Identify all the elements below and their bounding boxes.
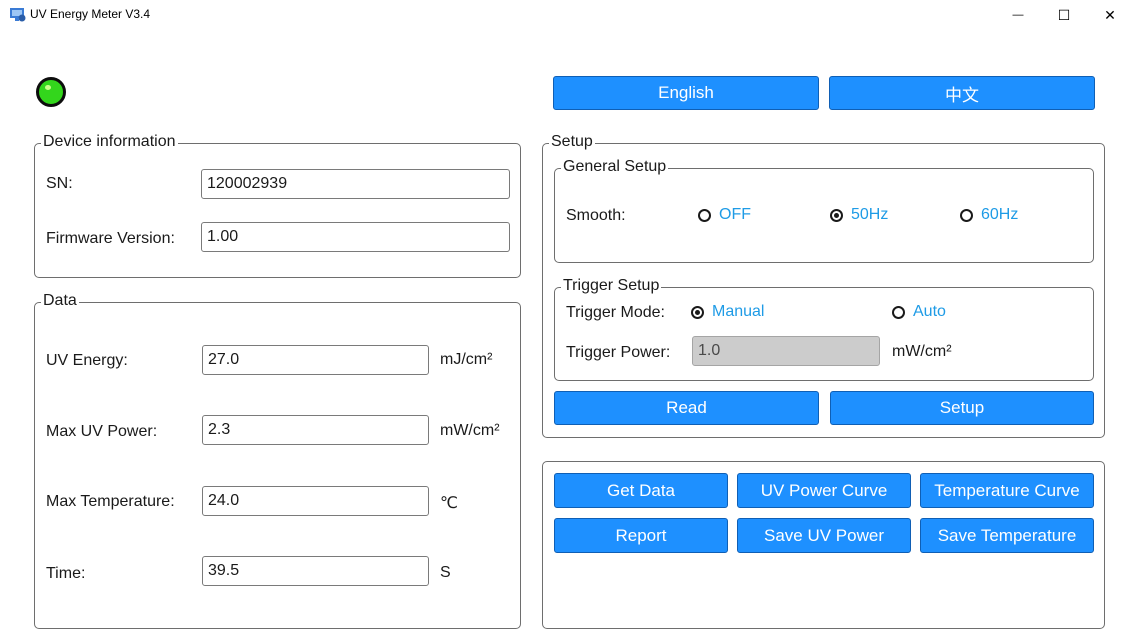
time-label: Time:: [46, 565, 86, 582]
max-uv-power-field[interactable]: 2.3: [202, 415, 429, 445]
window-title: UV Energy Meter V3.4: [30, 7, 151, 21]
setup-title: Setup: [549, 133, 595, 151]
smooth-60hz-radio[interactable]: 60Hz: [960, 206, 1018, 224]
max-temperature-unit: ℃: [440, 495, 458, 512]
uv-energy-unit: mJ/cm²: [440, 351, 493, 368]
radio-checked-icon: [691, 305, 704, 319]
uv-energy-label: UV Energy:: [46, 352, 128, 369]
device-information-title: Device information: [41, 133, 178, 151]
general-setup-title: General Setup: [561, 158, 669, 176]
close-button[interactable]: ✕: [1087, 0, 1131, 30]
smooth-60hz-label: 60Hz: [981, 206, 1019, 223]
save-uv-power-button[interactable]: Save UV Power: [737, 518, 911, 553]
setup-button[interactable]: Setup: [830, 391, 1094, 425]
maximize-icon: ☐: [1057, 6, 1071, 23]
report-button[interactable]: Report: [554, 518, 728, 553]
sn-label: SN:: [46, 175, 73, 192]
smooth-50hz-label: 50Hz: [851, 206, 889, 223]
setup-group: Setup General Setup Smooth: OFF 50Hz 60H…: [542, 133, 1105, 438]
title-bar: UV Energy Meter V3.4 — ☐ ✕: [0, 0, 1131, 30]
trigger-power-field: 1.0: [692, 336, 880, 366]
time-field[interactable]: 39.5: [202, 556, 429, 586]
save-temperature-button[interactable]: Save Temperature: [920, 518, 1094, 553]
app-icon: [10, 8, 26, 22]
max-uv-power-label: Max UV Power:: [46, 423, 158, 440]
trigger-manual-radio[interactable]: Manual: [691, 303, 764, 321]
trigger-power-label: Trigger Power:: [566, 344, 671, 361]
time-unit: S: [440, 564, 451, 581]
max-temperature-field[interactable]: 24.0: [202, 486, 429, 516]
data-group: Data UV Energy: 27.0 mJ/cm² Max UV Power…: [34, 292, 521, 629]
trigger-power-unit: mW/cm²: [892, 343, 952, 360]
close-icon: ✕: [1104, 6, 1116, 23]
temperature-curve-button[interactable]: Temperature Curve: [920, 473, 1094, 508]
uv-power-curve-button[interactable]: UV Power Curve: [737, 473, 911, 508]
connection-status-led-icon: [36, 77, 66, 107]
radio-unchecked-icon: [892, 305, 905, 319]
actions-group: Get Data UV Power Curve Temperature Curv…: [542, 461, 1105, 629]
maximize-button[interactable]: ☐: [1041, 0, 1087, 30]
get-data-button[interactable]: Get Data: [554, 473, 728, 508]
trigger-setup-title: Trigger Setup: [561, 277, 662, 295]
firmware-version-label: Firmware Version:: [46, 230, 175, 247]
trigger-manual-label: Manual: [712, 303, 765, 320]
trigger-mode-label: Trigger Mode:: [566, 304, 665, 321]
read-button[interactable]: Read: [554, 391, 819, 425]
smooth-off-label: OFF: [719, 206, 751, 223]
trigger-setup-group: Trigger Setup Trigger Mode: Manual Auto …: [554, 277, 1094, 381]
chinese-button[interactable]: 中文: [829, 76, 1095, 110]
minimize-button[interactable]: —: [995, 0, 1041, 30]
max-temperature-label: Max Temperature:: [46, 493, 175, 510]
trigger-auto-radio[interactable]: Auto: [892, 303, 946, 321]
data-title: Data: [41, 292, 79, 310]
radio-unchecked-icon: [960, 208, 973, 222]
radio-checked-icon: [830, 208, 843, 222]
uv-energy-field[interactable]: 27.0: [202, 345, 429, 375]
minimize-icon: —: [1012, 9, 1024, 21]
smooth-50hz-radio[interactable]: 50Hz: [830, 206, 888, 224]
device-information-group: Device information SN: 120002939 Firmwar…: [34, 133, 521, 278]
radio-unchecked-icon: [698, 208, 711, 222]
firmware-version-field[interactable]: 1.00: [201, 222, 510, 252]
trigger-auto-label: Auto: [913, 303, 946, 320]
smooth-label: Smooth:: [566, 207, 626, 224]
smooth-off-radio[interactable]: OFF: [698, 206, 751, 224]
sn-field[interactable]: 120002939: [201, 169, 510, 199]
max-uv-power-unit: mW/cm²: [440, 422, 500, 439]
english-button[interactable]: English: [553, 76, 819, 110]
general-setup-group: General Setup Smooth: OFF 50Hz 60Hz: [554, 158, 1094, 263]
